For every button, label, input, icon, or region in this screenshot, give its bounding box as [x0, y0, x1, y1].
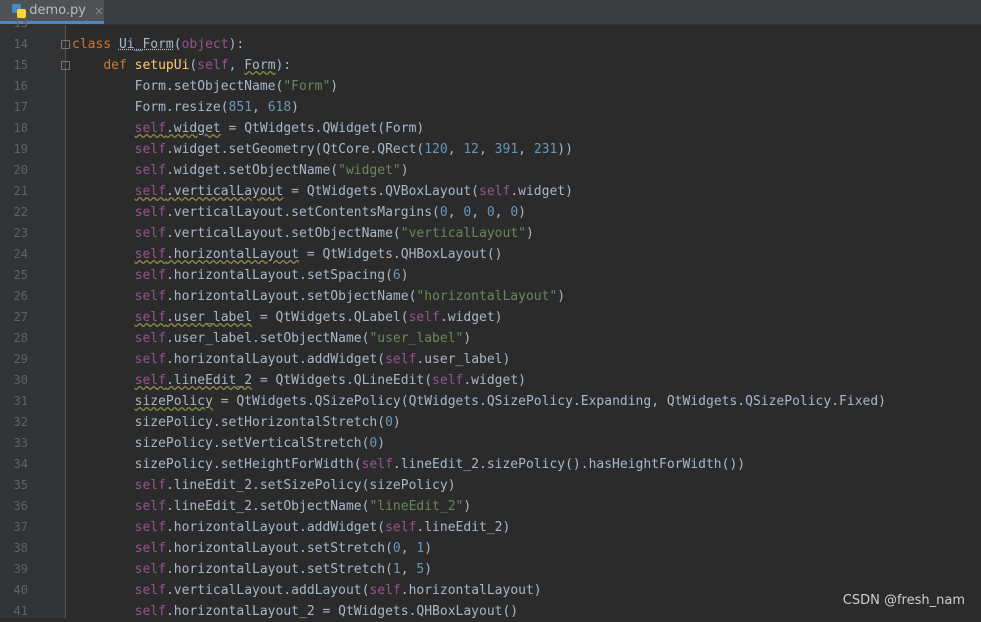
line-number: 28 — [13, 331, 28, 345]
line-number: 32 — [13, 415, 28, 429]
code-text: self.horizontalLayout_2 = QtWidgets.QHBo… — [134, 604, 519, 619]
code-text: self.horizontalLayout = QtWidgets.QHBoxL… — [134, 247, 503, 262]
code-line[interactable]: 35 self.lineEdit_2.setSizePolicy(sizePol… — [0, 475, 981, 496]
code-line[interactable]: 22 self.verticalLayout.setContentsMargin… — [0, 202, 981, 223]
code-text: self.widget.setObjectName("widget") — [134, 163, 409, 178]
code-line[interactable]: 19 self.widget.setGeometry(QtCore.QRect(… — [0, 139, 981, 160]
code-line[interactable]: 27 self.user_label = QtWidgets.QLabel(se… — [0, 307, 981, 328]
code-text: self.horizontalLayout.setStretch(1, 5) — [134, 562, 433, 577]
code-text: def setupUi(self, Form): — [103, 58, 292, 73]
code-text: self.verticalLayout.addLayout(self.horiz… — [134, 583, 542, 598]
code-line[interactable]: 28 self.user_label.setObjectName("user_l… — [0, 328, 981, 349]
line-number: 22 — [13, 205, 28, 219]
code-text: self.lineEdit_2 = QtWidgets.QLineEdit(se… — [134, 373, 526, 388]
line-number: 38 — [13, 541, 28, 555]
code-line[interactable]: 37 self.horizontalLayout.addWidget(self.… — [0, 517, 981, 538]
line-number: 33 — [13, 436, 28, 450]
code-text: class Ui_Form(object): — [72, 37, 245, 52]
code-line[interactable]: 41 self.horizontalLayout_2 = QtWidgets.Q… — [0, 601, 981, 622]
line-number: 24 — [13, 247, 28, 261]
line-number: 25 — [13, 268, 28, 282]
code-text: self.horizontalLayout.addWidget(self.use… — [134, 352, 511, 367]
code-text: Form.resize(851, 618) — [72, 100, 299, 115]
code-line[interactable]: 25 self.horizontalLayout.setSpacing(6) — [0, 265, 981, 286]
line-number: 36 — [13, 499, 28, 513]
code-text: self.horizontalLayout.setSpacing(6) — [134, 268, 409, 283]
code-text: sizePolicy.setVerticalStretch(0) — [72, 436, 386, 451]
line-number: 19 — [13, 142, 28, 156]
line-number: 41 — [13, 604, 28, 618]
code-text: self.widget.setGeometry(QtCore.QRect(120… — [134, 142, 573, 157]
line-number: 35 — [13, 478, 28, 492]
line-number: 16 — [13, 79, 28, 93]
line-number: 15 — [13, 58, 28, 72]
line-number: 23 — [13, 226, 28, 240]
line-number: 37 — [13, 520, 28, 534]
code-text: self.verticalLayout.setContentsMargins(0… — [134, 205, 526, 220]
code-line[interactable]: 36 self.lineEdit_2.setObjectName("lineEd… — [0, 496, 981, 517]
line-number: 14 — [13, 37, 28, 51]
code-line[interactable]: 38 self.horizontalLayout.setStretch(0, 1… — [0, 538, 981, 559]
code-text: sizePolicy = QtWidgets.QSizePolicy(QtWid… — [134, 394, 886, 409]
code-text: self.horizontalLayout.setObjectName("hor… — [134, 289, 566, 304]
line-number: 30 — [13, 373, 28, 387]
line-number: 27 — [13, 310, 28, 324]
fold-marker-icon[interactable] — [61, 40, 70, 49]
line-number: 39 — [13, 562, 28, 576]
code-line[interactable]: 31 sizePolicy = QtWidgets.QSizePolicy(Qt… — [0, 391, 981, 412]
line-number: 26 — [13, 289, 28, 303]
line-number: 18 — [13, 121, 28, 135]
code-text: self.lineEdit_2.setObjectName("lineEdit_… — [134, 499, 472, 514]
code-text: sizePolicy.setHeightForWidth(self.lineEd… — [72, 457, 746, 472]
code-line[interactable]: 40 self.verticalLayout.addLayout(self.ho… — [0, 580, 981, 601]
code-line[interactable]: 26 self.horizontalLayout.setObjectName("… — [0, 286, 981, 307]
code-line[interactable]: 17 Form.resize(851, 618) — [0, 97, 981, 118]
code-text: self.horizontalLayout.setStretch(0, 1) — [134, 541, 433, 556]
code-text: self.verticalLayout.setObjectName("verti… — [134, 226, 534, 241]
line-number: 17 — [13, 100, 28, 114]
code-text: self.lineEdit_2.setSizePolicy(sizePolicy… — [134, 478, 456, 493]
code-text: self.user_label.setObjectName("user_labe… — [134, 331, 472, 346]
line-number: 29 — [13, 352, 28, 366]
code-text: sizePolicy.setHorizontalStretch(0) — [72, 415, 401, 430]
code-line[interactable]: 21 self.verticalLayout = QtWidgets.QVBox… — [0, 181, 981, 202]
code-text: Form.setObjectName("Form") — [72, 79, 339, 94]
code-line[interactable]: 32 sizePolicy.setHorizontalStretch(0) — [0, 412, 981, 433]
line-number: 31 — [13, 394, 28, 408]
code-line[interactable]: 23 self.verticalLayout.setObjectName("ve… — [0, 223, 981, 244]
code-line[interactable]: 18 self.widget = QtWidgets.QWidget(Form) — [0, 118, 981, 139]
code-line[interactable]: 14 class Ui_Form(object): — [0, 34, 981, 55]
code-text: self.user_label = QtWidgets.QLabel(self.… — [134, 310, 503, 325]
code-text: self.widget = QtWidgets.QWidget(Form) — [134, 121, 425, 136]
code-line[interactable]: 15 def setupUi(self, Form): — [0, 55, 981, 76]
line-number: 21 — [13, 184, 28, 198]
line-number: 13 — [13, 16, 28, 30]
code-line[interactable]: 29 self.horizontalLayout.addWidget(self.… — [0, 349, 981, 370]
code-line[interactable]: 13 — [0, 13, 981, 34]
code-text: self.horizontalLayout.addWidget(self.lin… — [134, 520, 511, 535]
line-number: 34 — [13, 457, 28, 471]
line-number: 20 — [13, 163, 28, 177]
code-line[interactable]: 24 self.horizontalLayout = QtWidgets.QHB… — [0, 244, 981, 265]
code-text: self.verticalLayout = QtWidgets.QVBoxLay… — [134, 184, 573, 199]
code-line[interactable]: 30 self.lineEdit_2 = QtWidgets.QLineEdit… — [0, 370, 981, 391]
line-number: 40 — [13, 583, 28, 597]
code-line[interactable]: 34 sizePolicy.setHeightForWidth(self.lin… — [0, 454, 981, 475]
code-line[interactable]: 16 Form.setObjectName("Form") — [0, 76, 981, 97]
code-line[interactable]: 33 sizePolicy.setVerticalStretch(0) — [0, 433, 981, 454]
fold-marker-icon[interactable] — [61, 61, 70, 70]
code-line[interactable]: 39 self.horizontalLayout.setStretch(1, 5… — [0, 559, 981, 580]
code-line[interactable]: 20 self.widget.setObjectName("widget") — [0, 160, 981, 181]
